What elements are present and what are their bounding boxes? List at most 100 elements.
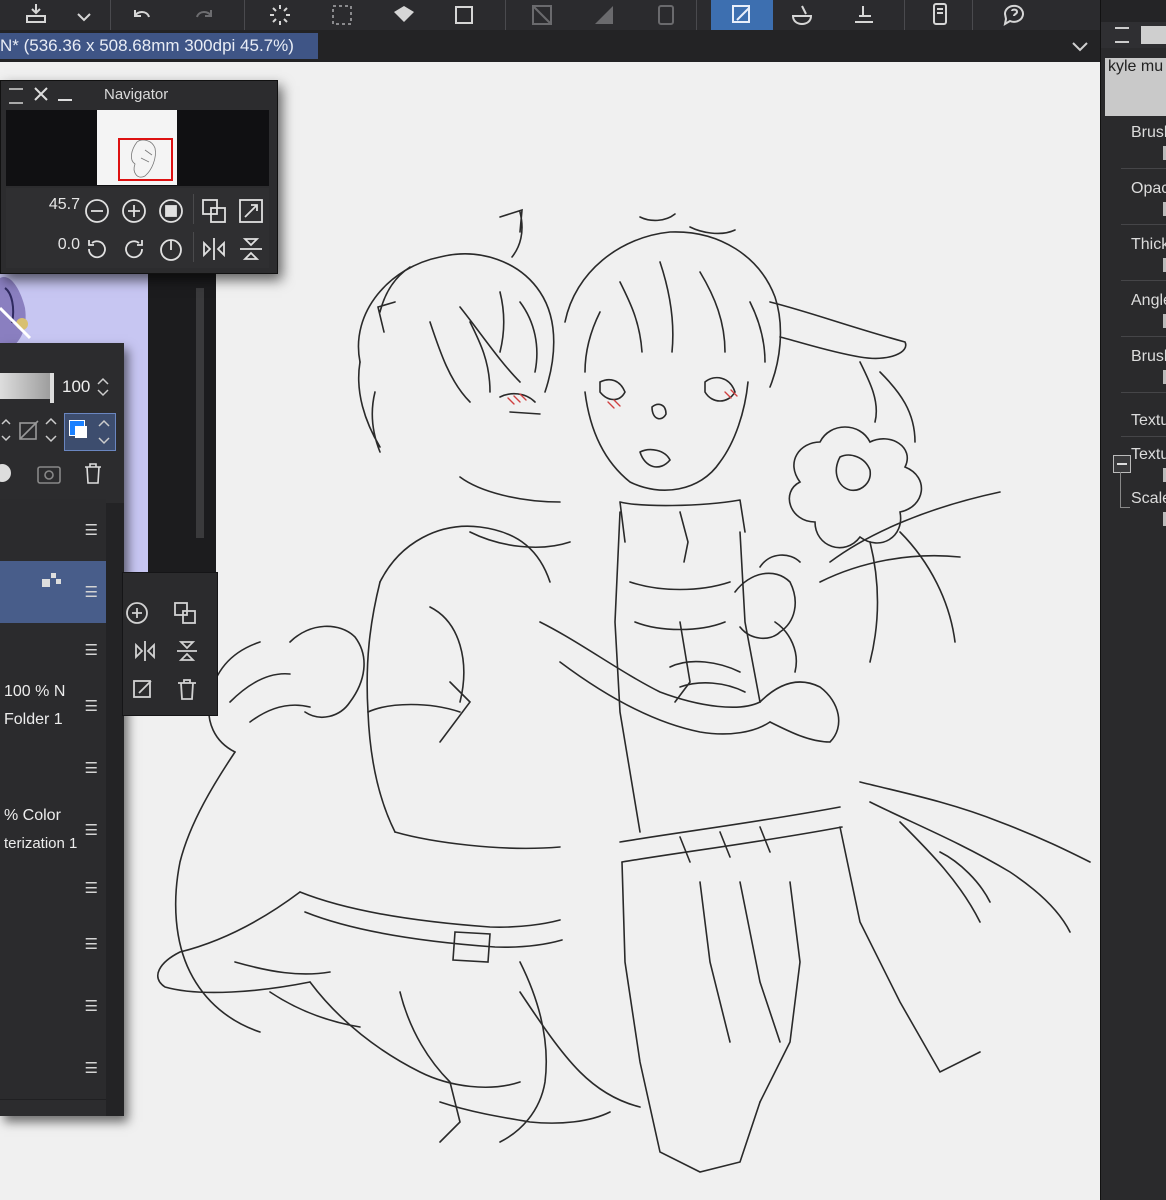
layer-blend-info: 100 % N	[4, 683, 66, 700]
zoom-out-icon[interactable]	[84, 198, 110, 224]
tree-line	[1120, 472, 1121, 508]
edit-icon[interactable]	[131, 677, 155, 701]
opacity-slider[interactable]	[0, 373, 54, 399]
layer-menu-icon[interactable]: ☰	[85, 1061, 98, 1076]
layer-menu-icon[interactable]: ☰	[85, 823, 98, 838]
rotate-left-icon[interactable]	[84, 236, 110, 262]
layer-menu-icon[interactable]: ☰	[85, 999, 98, 1014]
layer-row[interactable]: ☰	[0, 737, 106, 800]
flip-vertical-icon[interactable]	[175, 639, 199, 663]
chevron-down-icon[interactable]	[66, 0, 102, 30]
document-tab[interactable]: N* (536.36 x 508.68mm 300dpi 45.7%)	[0, 33, 318, 59]
layer-row[interactable]: ☰	[0, 623, 106, 676]
minimize-icon[interactable]	[58, 99, 72, 101]
layer-row-folder[interactable]: 100 % N Folder 1 ☰	[0, 675, 106, 738]
tool-tab-icon[interactable]	[1141, 26, 1166, 44]
setting-label-opacity: Opac	[1131, 180, 1166, 197]
spinner-icon	[97, 418, 111, 446]
collapse-icon[interactable]	[1113, 455, 1131, 473]
fit-window-icon[interactable]	[238, 198, 264, 224]
panel-tabs[interactable]	[1101, 22, 1166, 48]
chevron-down-icon[interactable]	[1070, 36, 1090, 56]
layer-menu-icon[interactable]: ☰	[85, 937, 98, 952]
zoom-in-icon[interactable]	[121, 198, 147, 224]
sub-tool-detail-panel: kyle mu Brusl Opac Thick Angle Brusl Tex…	[1100, 0, 1166, 1200]
layer-row-posterization[interactable]: % Color terization 1 ☰	[0, 799, 106, 862]
rotate-right-icon[interactable]	[121, 236, 147, 262]
zoom-in-icon[interactable]	[125, 601, 149, 625]
redo-icon[interactable]	[186, 0, 222, 30]
canvas-thumbnail	[97, 110, 177, 185]
layer-row-selected[interactable]: ☰	[0, 561, 106, 624]
sub-color-swatch	[75, 426, 87, 438]
toolbar-separator	[505, 0, 506, 30]
layer-menu-icon[interactable]: ☰	[85, 699, 98, 714]
layer-row[interactable]: ☰	[0, 975, 106, 1038]
view-frame[interactable]	[118, 138, 173, 181]
flip-horizontal-icon[interactable]	[133, 639, 157, 663]
layer-menu-icon[interactable]: ☰	[85, 523, 98, 538]
zoom-value[interactable]: 45.7	[10, 196, 80, 214]
layer-row[interactable]: ☰	[0, 913, 106, 976]
help-icon[interactable]	[996, 0, 1032, 30]
spinner-icon[interactable]	[44, 415, 58, 445]
navigator-title: Navigator	[104, 86, 169, 103]
menu-icon[interactable]	[1115, 27, 1129, 43]
reset-rotation-icon[interactable]	[158, 236, 184, 262]
main-toolbar	[0, 0, 1100, 31]
layer-menu-icon[interactable]: ☰	[85, 881, 98, 896]
camera-icon[interactable]	[36, 461, 64, 485]
chevron-icon[interactable]	[0, 415, 12, 445]
divider	[193, 232, 194, 262]
loading-icon[interactable]	[262, 0, 298, 30]
flip-horizontal-icon[interactable]	[201, 236, 227, 262]
layer-menu-icon[interactable]: ☰	[85, 585, 98, 600]
layer-row[interactable]: ☰	[0, 499, 106, 562]
toolbar-separator	[244, 0, 245, 30]
fill-icon[interactable]	[384, 0, 424, 30]
gradient-icon[interactable]	[586, 0, 622, 30]
navigator-header[interactable]: Navigator	[1, 81, 277, 109]
spinner-icon[interactable]	[96, 375, 110, 399]
select-icon[interactable]	[324, 0, 360, 30]
layer-blend-info: % Color	[4, 807, 61, 824]
brush-preset[interactable]: kyle mu	[1105, 58, 1166, 116]
setting-label-angle: Angle	[1131, 292, 1166, 309]
reference-icon[interactable]	[846, 0, 882, 30]
rotation-value[interactable]: 0.0	[10, 236, 80, 254]
ruler-off-icon[interactable]	[524, 0, 560, 30]
fit-icon[interactable]	[173, 601, 197, 625]
frame-icon[interactable]	[648, 0, 684, 30]
trash-icon[interactable]	[175, 677, 199, 701]
pen-active-icon[interactable]	[711, 0, 773, 30]
navigator-preview[interactable]	[6, 110, 269, 186]
flip-vertical-icon[interactable]	[238, 236, 264, 262]
scrollbar[interactable]	[196, 288, 204, 538]
record-icon[interactable]	[0, 461, 16, 485]
layer-panel: 100 ☰ ☰ ☰ 100 % N Folder 1 ☰ ☰ % Color t…	[0, 343, 124, 1116]
close-icon[interactable]	[33, 86, 49, 102]
export-icon[interactable]	[18, 0, 54, 30]
transform-icon[interactable]	[446, 0, 482, 30]
layer-row[interactable]: ☰	[0, 1037, 106, 1100]
panel-top-strip	[1101, 0, 1166, 22]
bucket-icon[interactable]	[784, 0, 820, 30]
trash-icon[interactable]	[82, 461, 104, 485]
layer-type-icon	[40, 571, 62, 591]
layer-menu-icon[interactable]: ☰	[85, 761, 98, 776]
menu-icon[interactable]	[9, 88, 23, 104]
mask-off-icon[interactable]	[18, 419, 44, 443]
layer-menu-icon[interactable]: ☰	[85, 643, 98, 658]
undo-icon[interactable]	[124, 0, 160, 30]
toolbar-separator	[904, 0, 905, 30]
opacity-value[interactable]: 100	[62, 377, 90, 397]
setting-label-texture: Textu	[1131, 412, 1166, 429]
setting-label-brush-size: Brusl	[1131, 124, 1166, 141]
actual-size-icon[interactable]	[158, 198, 184, 224]
fit-to-view-icon[interactable]	[201, 198, 227, 224]
color-swatch[interactable]	[64, 413, 116, 451]
layer-row[interactable]: ☰	[0, 861, 106, 914]
slider-handle[interactable]	[50, 373, 54, 403]
divider	[1121, 224, 1166, 225]
phone-icon[interactable]	[922, 0, 958, 30]
